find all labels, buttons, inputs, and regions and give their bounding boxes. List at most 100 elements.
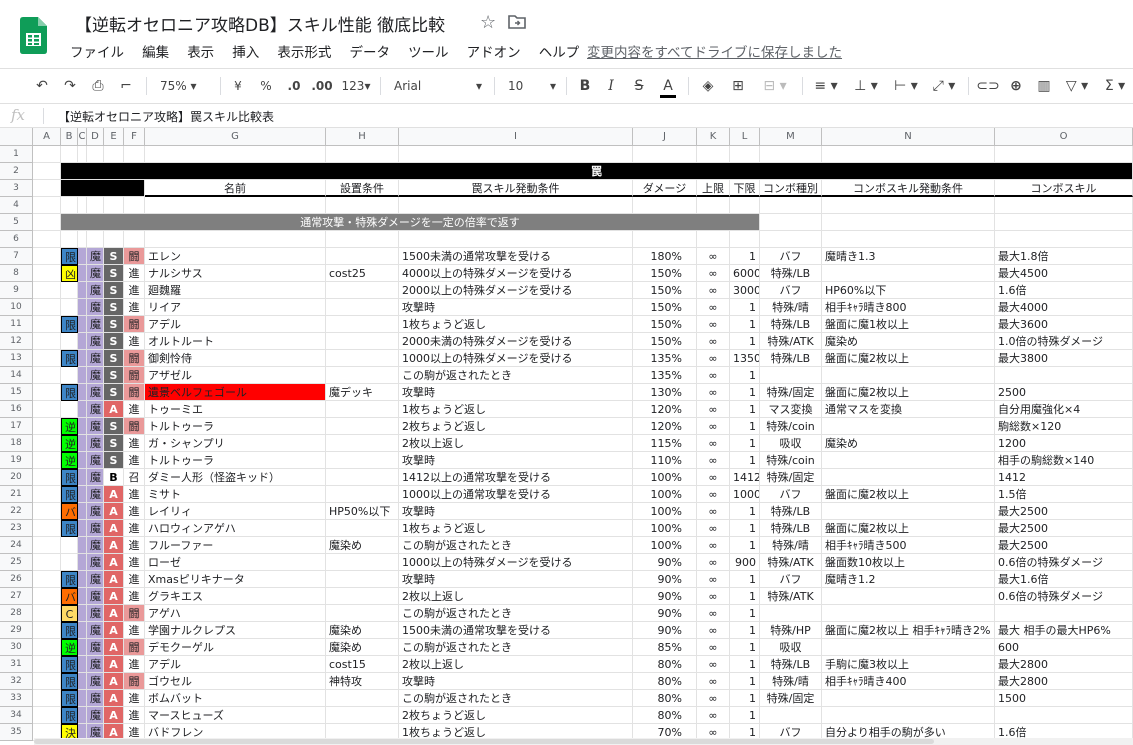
placement-condition[interactable] (326, 707, 399, 724)
combo-condition[interactable]: 盤面数10枚以上 (822, 554, 995, 571)
cell[interactable] (760, 214, 822, 231)
character-name[interactable]: ゴウセル (145, 673, 326, 690)
cell[interactable] (33, 537, 61, 554)
row-header[interactable]: 34 (0, 707, 33, 724)
lower-limit[interactable]: 1 (730, 673, 760, 690)
combo-type[interactable]: バフ (760, 486, 822, 503)
cell[interactable] (399, 231, 633, 248)
trigger-condition[interactable]: 1枚ちょうど返し (399, 520, 633, 537)
character-name[interactable]: Xmasピリキナータ (145, 571, 326, 588)
character-name[interactable]: フルーファー (145, 537, 326, 554)
lower-limit[interactable]: 1 (730, 367, 760, 384)
decrease-decimal-button[interactable]: .0 (282, 69, 306, 103)
combo-type[interactable] (760, 707, 822, 724)
character-name[interactable]: ダミー人形（怪盗キッド） (145, 469, 326, 486)
damage-value[interactable]: 90% (633, 622, 697, 639)
lower-limit[interactable]: 1 (730, 639, 760, 656)
row-header[interactable]: 21 (0, 486, 33, 503)
trigger-condition[interactable]: 1000以上の通常攻撃を受ける (399, 486, 633, 503)
column-header[interactable]: N (822, 128, 995, 146)
upper-limit[interactable]: ∞ (697, 588, 730, 605)
italic-button[interactable]: I (600, 69, 622, 103)
damage-value[interactable]: 100% (633, 469, 697, 486)
trigger-condition[interactable]: 攻撃時 (399, 452, 633, 469)
combo-type[interactable]: 特殊/LB (760, 316, 822, 333)
cell[interactable] (822, 146, 995, 163)
combo-skill[interactable]: 2500 (995, 384, 1133, 401)
combo-skill[interactable]: 相手の駒総数×140 (995, 452, 1133, 469)
text-rotate-icon[interactable]: ⤢ ▾ (926, 69, 962, 103)
formula-input[interactable]: 【逆転オセロニア攻略】罠スキル比較表 (58, 108, 274, 125)
cell[interactable] (326, 146, 399, 163)
horizontal-scrollbar[interactable] (34, 738, 1133, 745)
trigger-condition[interactable]: この駒が返されたとき (399, 690, 633, 707)
cell[interactable] (399, 146, 633, 163)
lower-limit[interactable]: 6000 (730, 265, 760, 282)
combo-type[interactable]: バフ (760, 282, 822, 299)
character-name[interactable]: アデル (145, 316, 326, 333)
combo-condition[interactable]: 魔晴き1.2 (822, 571, 995, 588)
menu-help[interactable]: ヘルプ (539, 41, 580, 61)
cell[interactable] (697, 197, 730, 214)
row-header[interactable]: 35 (0, 724, 33, 741)
combo-skill[interactable]: 0.6倍の特殊ダメージ (995, 554, 1133, 571)
column-header[interactable]: C (78, 128, 87, 146)
cell[interactable] (33, 367, 61, 384)
combo-type[interactable]: 特殊/晴 (760, 537, 822, 554)
combo-type[interactable]: 特殊/ATK (760, 333, 822, 350)
cell[interactable] (33, 605, 61, 622)
cell[interactable] (633, 146, 697, 163)
placement-condition[interactable] (326, 333, 399, 350)
upper-limit[interactable]: ∞ (697, 265, 730, 282)
combo-condition[interactable]: 相手ｷｬﾗ晴き800 (822, 299, 995, 316)
trigger-condition[interactable]: 4000以上の特殊ダメージを受ける (399, 265, 633, 282)
row-header[interactable]: 10 (0, 299, 33, 316)
placement-condition[interactable] (326, 299, 399, 316)
trigger-condition[interactable]: 攻撃時 (399, 299, 633, 316)
cell[interactable] (822, 214, 995, 231)
sheets-logo-icon[interactable] (20, 17, 47, 54)
character-name[interactable]: オルトルート (145, 333, 326, 350)
combo-skill[interactable]: 最大2500 (995, 537, 1133, 554)
combo-condition[interactable] (822, 605, 995, 622)
lower-limit[interactable]: 1 (730, 248, 760, 265)
lower-limit[interactable]: 1 (730, 520, 760, 537)
character-name[interactable]: アザゼル (145, 367, 326, 384)
combo-type[interactable]: バフ (760, 248, 822, 265)
row-header[interactable]: 7 (0, 248, 33, 265)
combo-condition[interactable]: 相手ｷｬﾗ晴き400 (822, 673, 995, 690)
placement-condition[interactable]: 魔染め (326, 622, 399, 639)
functions-icon[interactable]: Σ ▾ (1098, 69, 1132, 103)
placement-condition[interactable] (326, 605, 399, 622)
cell[interactable] (33, 146, 61, 163)
cell[interactable] (33, 214, 61, 231)
column-header[interactable]: E (104, 128, 124, 146)
percent-button[interactable]: % (256, 69, 276, 103)
combo-type[interactable]: 特殊/coin (760, 418, 822, 435)
combo-condition[interactable] (822, 469, 995, 486)
row-header[interactable]: 2 (0, 163, 33, 180)
upper-limit[interactable]: ∞ (697, 605, 730, 622)
trigger-condition[interactable]: 2枚以上返し (399, 656, 633, 673)
cell[interactable] (145, 146, 326, 163)
column-header[interactable]: G (145, 128, 326, 146)
cell[interactable] (760, 231, 822, 248)
cell[interactable] (995, 146, 1133, 163)
cell[interactable] (33, 180, 61, 197)
combo-condition[interactable]: 相手ｷｬﾗ晴き500 (822, 537, 995, 554)
damage-value[interactable]: 150% (633, 316, 697, 333)
lower-limit[interactable]: 1 (730, 333, 760, 350)
placement-condition[interactable] (326, 520, 399, 537)
damage-value[interactable]: 80% (633, 707, 697, 724)
cell[interactable] (33, 656, 61, 673)
combo-type[interactable]: 特殊/LB (760, 265, 822, 282)
damage-value[interactable]: 100% (633, 486, 697, 503)
bold-button[interactable]: B (574, 69, 596, 103)
cell[interactable] (33, 316, 61, 333)
cell[interactable] (87, 231, 104, 248)
text-color-button[interactable]: A (656, 69, 680, 103)
damage-value[interactable]: 100% (633, 503, 697, 520)
lower-limit[interactable]: 1 (730, 503, 760, 520)
damage-value[interactable]: 115% (633, 435, 697, 452)
damage-value[interactable]: 120% (633, 401, 697, 418)
